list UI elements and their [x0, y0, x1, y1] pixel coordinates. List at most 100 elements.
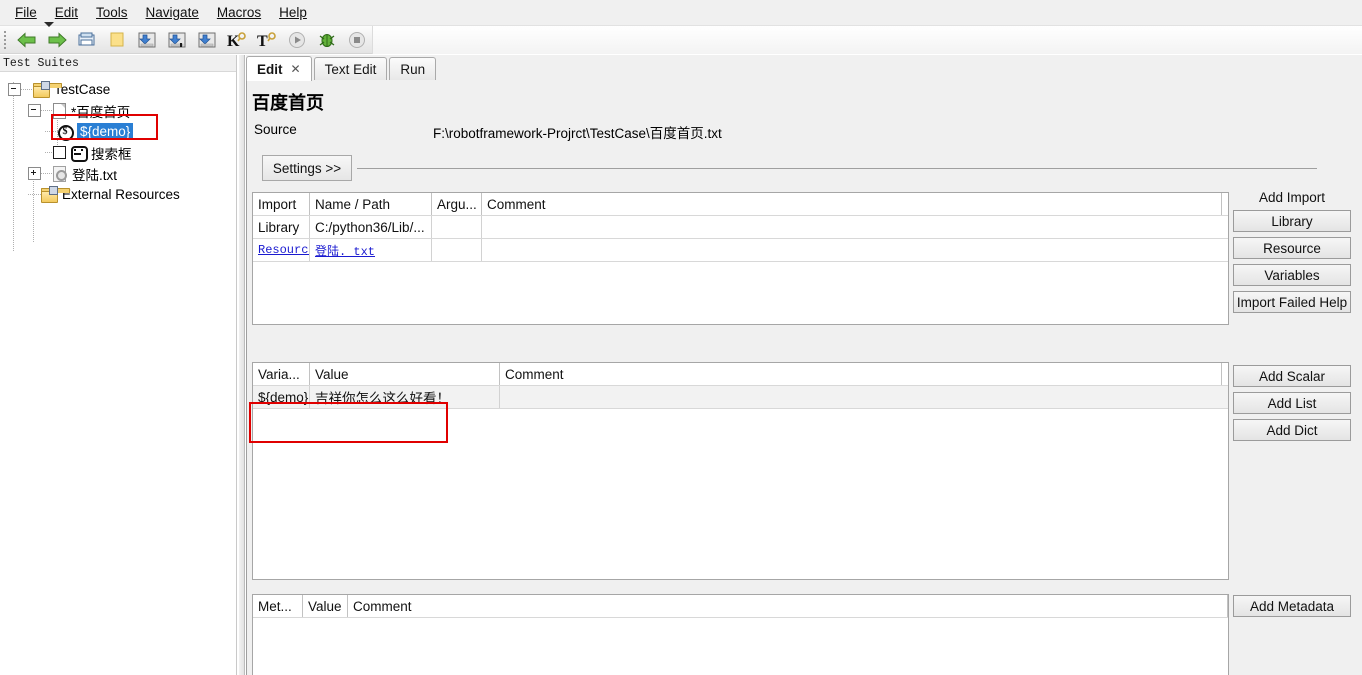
forward-arrow-glyph [48, 31, 67, 48]
search-keyword-icon[interactable]: K [223, 27, 251, 53]
imports-cell-path[interactable]: 登陆. txt [310, 239, 432, 261]
new-folder-icon[interactable] [103, 27, 131, 53]
tree-connector-icon [45, 152, 53, 153]
variables-cell-name[interactable]: ${demo} [253, 386, 310, 408]
tree-item-testcase-search-box-label: 搜索框 [91, 146, 132, 162]
resource-type-link[interactable]: Resource [258, 243, 309, 257]
variables-cell-value[interactable]: 吉祥你怎么这么好看！ [310, 386, 500, 408]
forward-icon[interactable] [43, 27, 71, 53]
metadata-table-header-row: Met... Value Comment [253, 595, 1228, 617]
table-row[interactable]: Library C:/python36/Lib/... [253, 216, 1228, 238]
search-test-icon[interactable]: T [253, 27, 281, 53]
save-all-icon[interactable] [193, 27, 221, 53]
stop-glyph [349, 31, 365, 48]
tree-connector-icon [41, 173, 53, 174]
add-dict-button[interactable]: Add Dict [1233, 419, 1351, 441]
toolbar-grip[interactable] [2, 29, 10, 51]
tree-item-testcase-search-box[interactable]: 搜索框 [0, 142, 236, 163]
close-icon[interactable]: ✕ [291, 62, 301, 76]
panel-splitter[interactable] [238, 55, 245, 675]
add-metadata-button[interactable]: Add Metadata [1233, 595, 1351, 617]
tree-connector-icon [41, 110, 53, 111]
menu-item-file-label: File [15, 5, 37, 20]
imports-cell-arguments[interactable] [432, 216, 482, 238]
save-as-icon[interactable] [163, 27, 191, 53]
source-path-value: F:\robotframework-Projrct\TestCase\百度首页.… [433, 126, 722, 141]
open-folder-icon[interactable] [73, 27, 101, 53]
add-list-button[interactable]: Add List [1233, 392, 1351, 414]
tab-text-edit-label: Text Edit [324, 61, 377, 77]
suite-file-icon [53, 103, 66, 119]
imports-cell-type[interactable]: Library [253, 216, 310, 238]
add-variable-section: Add Scalar Add List Add Dict [1233, 365, 1351, 441]
source-label: Source [254, 122, 297, 137]
imports-cell-type[interactable]: Resource [253, 239, 310, 261]
table-row[interactable]: ${demo} 吉祥你怎么这么好看！ [253, 386, 1228, 408]
menu-item-tools[interactable]: Tools [87, 2, 137, 23]
robotframework-ride-window: File Edit Tools Navigate Macros Help K T… [0, 0, 1362, 675]
stop-icon[interactable] [343, 27, 371, 53]
imports-header-name-path: Name / Path [310, 193, 432, 215]
imports-cell-comment[interactable] [482, 239, 1222, 261]
tree-connector-icon [45, 131, 58, 132]
resource-file-icon [53, 166, 67, 182]
resource-path-link[interactable]: 登陆. txt [315, 242, 375, 259]
save-all-glyph [198, 32, 216, 47]
save-icon[interactable] [133, 27, 161, 53]
table-row[interactable]: Resource 登陆. txt [253, 239, 1228, 261]
add-library-button[interactable]: Library [1233, 210, 1351, 232]
tree-connector-icon [21, 89, 33, 90]
edit-tab-content: 百度首页 Source F:\robotframework-Projrct\Te… [246, 80, 1362, 675]
metadata-table: Met... Value Comment [252, 594, 1229, 675]
imports-cell-comment[interactable] [482, 216, 1222, 238]
toolbar: K T [0, 25, 1362, 54]
test-suites-header: Test Suites [0, 55, 236, 72]
run-icon[interactable] [283, 27, 311, 53]
tab-text-edit[interactable]: Text Edit [313, 57, 388, 80]
svg-text:T: T [257, 33, 268, 49]
tree-item-baidu-home[interactable]: *百度首页 [0, 100, 236, 121]
tree-item-external-resources[interactable]: External Resources [0, 184, 236, 205]
bug-glyph [319, 33, 335, 47]
back-icon[interactable] [13, 27, 41, 53]
tab-run[interactable]: Run [389, 57, 437, 80]
menu-item-help[interactable]: Help [270, 2, 316, 23]
menu-item-edit[interactable]: Edit [46, 2, 87, 23]
variables-header-variable: Varia... [253, 363, 310, 385]
variables-row-divider [253, 408, 1228, 409]
expander-testcase-icon[interactable] [8, 83, 21, 96]
add-variables-button[interactable]: Variables [1233, 264, 1351, 286]
variables-cell-comment[interactable] [500, 386, 1222, 408]
add-resource-button[interactable]: Resource [1233, 237, 1351, 259]
toolbar-overflow-icon[interactable] [44, 22, 54, 27]
tab-edit[interactable]: Edit ✕ [246, 56, 312, 81]
tree-item-external-resources-label: External Resources [62, 187, 180, 202]
debug-icon[interactable] [313, 27, 341, 53]
menu-item-macros[interactable]: Macros [208, 2, 270, 23]
imports-table-header-row: Import Name / Path Argu... Comment [253, 193, 1228, 215]
imports-cell-arguments[interactable] [432, 239, 482, 261]
tree-item-login-txt[interactable]: 登陆.txt [0, 163, 236, 184]
settings-toggle-button[interactable]: Settings >> [262, 155, 352, 181]
testcase-checkbox[interactable] [53, 146, 66, 159]
menu-item-file[interactable]: File [6, 2, 46, 23]
imports-cell-path[interactable]: C:/python36/Lib/... [310, 216, 432, 238]
save-as-glyph [168, 32, 186, 47]
tree-item-login-txt-label: 登陆.txt [72, 167, 118, 183]
variables-table-header-row: Varia... Value Comment [253, 363, 1228, 385]
menu-bar: File Edit Tools Navigate Macros Help [0, 0, 1362, 26]
import-failed-help-button[interactable]: Import Failed Help [1233, 291, 1351, 313]
expander-login-txt-icon[interactable] [28, 167, 41, 180]
menu-item-navigate[interactable]: Navigate [137, 2, 208, 23]
tab-edit-label: Edit [257, 61, 283, 77]
variables-table: Varia... Value Comment ${demo} 吉祥你怎么这么好看… [252, 362, 1229, 580]
expander-baidu-home-icon[interactable] [28, 104, 41, 117]
tree-item-variable-demo-label: ${demo} [77, 123, 134, 140]
tree-item-testcase[interactable]: TestCase [0, 79, 236, 100]
tree-item-variable-demo[interactable]: $ ${demo} [0, 121, 236, 142]
tab-run-label: Run [400, 61, 426, 77]
add-scalar-button[interactable]: Add Scalar [1233, 365, 1351, 387]
test-suite-tree: TestCase *百度首页 $ ${demo} 搜索框 登陆.txt Exte… [0, 72, 236, 252]
imports-header-comment: Comment [482, 193, 1222, 215]
menu-item-macros-label: Macros [216, 5, 262, 20]
